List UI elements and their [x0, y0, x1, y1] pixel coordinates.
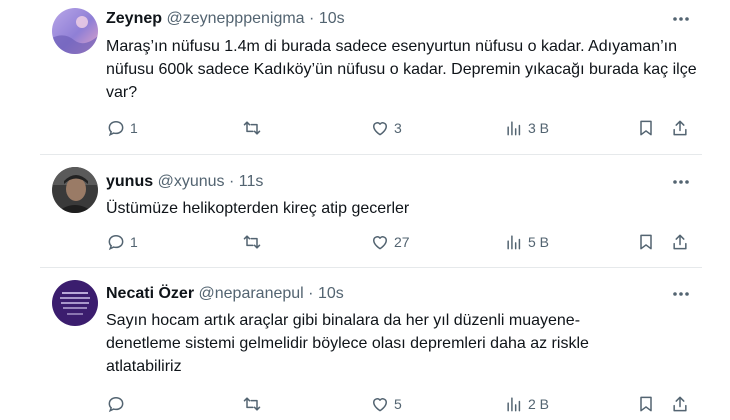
bookmark-icon: [640, 120, 652, 136]
reply-button[interactable]: [106, 392, 130, 416]
retweet-icon: [243, 235, 261, 249]
avatar[interactable]: [52, 167, 98, 213]
views-button[interactable]: 2 B: [504, 392, 549, 416]
tweet-1[interactable]: Zeynep @zeynepppenigma · 10s Maraş’ın nü…: [0, 0, 730, 154]
share-icon: [673, 396, 687, 412]
bookmark-button[interactable]: [636, 116, 656, 140]
separator-dot: ·: [308, 285, 314, 302]
tweet-2[interactable]: yunus @xyunus · 11s Üstümüze helikopterd…: [0, 155, 730, 267]
retweet-button[interactable]: [242, 392, 266, 416]
display-name[interactable]: Necati Özer: [106, 285, 194, 302]
separator-dot: ·: [228, 173, 235, 190]
reply-button[interactable]: 1: [106, 116, 138, 140]
user-handle[interactable]: @neparanepul: [199, 285, 304, 302]
retweet-icon: [243, 121, 261, 135]
retweet-icon: [243, 397, 261, 411]
share-icon: [673, 120, 687, 136]
like-button[interactable]: 5: [370, 392, 402, 416]
more-options-button[interactable]: [668, 9, 694, 29]
views-icon: [507, 121, 521, 136]
views-icon: [507, 397, 521, 412]
user-handle[interactable]: @zeynepppenigma: [166, 10, 304, 27]
tweet-3[interactable]: Necati Özer @neparanepul · 10s Sayın hoc…: [0, 268, 730, 420]
like-count: 5: [394, 396, 402, 412]
views-count: 2 B: [528, 396, 550, 412]
more-icon: [673, 292, 689, 296]
like-count: 27: [394, 234, 410, 250]
like-button[interactable]: 27: [370, 230, 410, 254]
tweet-header: Zeynep @zeynepppenigma · 10s: [106, 9, 345, 29]
retweet-button[interactable]: [242, 116, 266, 140]
tweet-feed: Zeynep @zeynepppenigma · 10s Maraş’ın nü…: [0, 0, 730, 420]
separator-dot: ·: [309, 10, 315, 27]
bookmark-button[interactable]: [636, 230, 656, 254]
reply-button[interactable]: 1: [106, 230, 138, 254]
share-button[interactable]: [670, 116, 690, 140]
timestamp[interactable]: 11s: [239, 173, 264, 190]
like-button[interactable]: 3: [370, 116, 402, 140]
tweet-actions: 1 3 3 B: [0, 116, 730, 140]
avatar[interactable]: [52, 8, 98, 54]
timestamp[interactable]: 10s: [319, 10, 345, 27]
like-icon: [373, 236, 387, 250]
bookmark-icon: [640, 396, 652, 412]
timestamp[interactable]: 10s: [318, 285, 344, 302]
user-handle[interactable]: @xyunus: [158, 173, 225, 190]
tweet-header: Necati Özer @neparanepul · 10s: [106, 284, 344, 304]
like-icon: [373, 398, 387, 412]
reply-icon: [108, 396, 124, 413]
tweet-actions: 5 2 B: [0, 392, 730, 416]
more-options-button[interactable]: [668, 172, 694, 192]
views-count: 5 B: [528, 234, 550, 250]
tweet-text: Maraş’ın nüfusu 1.4m di burada sadece es…: [106, 38, 697, 101]
more-options-button[interactable]: [668, 284, 694, 304]
more-icon: [673, 180, 689, 184]
tweet-header: yunus @xyunus · 11s: [106, 172, 263, 192]
more-icon: [673, 17, 689, 21]
bookmark-button[interactable]: [636, 392, 656, 416]
views-button[interactable]: 5 B: [504, 230, 549, 254]
like-icon: [373, 122, 387, 136]
retweet-button[interactable]: [242, 230, 266, 254]
reply-icon: [108, 120, 124, 137]
display-name[interactable]: Zeynep: [106, 10, 162, 27]
share-button[interactable]: [670, 392, 690, 416]
avatar[interactable]: [52, 280, 98, 326]
views-icon: [507, 235, 521, 250]
views-button[interactable]: 3 B: [504, 116, 549, 140]
share-icon: [673, 234, 687, 250]
display-name[interactable]: yunus: [106, 173, 153, 190]
bookmark-icon: [640, 234, 652, 250]
views-count: 3 B: [528, 120, 550, 136]
tweet-actions: 1 27 5 B: [0, 230, 730, 254]
tweet-text: Sayın hocam artık araçlar gibi binalara …: [106, 312, 589, 375]
like-count: 3: [394, 120, 402, 136]
reply-count: 1: [130, 120, 138, 136]
reply-count: 1: [130, 234, 138, 250]
share-button[interactable]: [670, 230, 690, 254]
tweet-text: Üstümüze helikopterden kireç atip gecerl…: [106, 200, 410, 217]
reply-icon: [108, 234, 124, 251]
